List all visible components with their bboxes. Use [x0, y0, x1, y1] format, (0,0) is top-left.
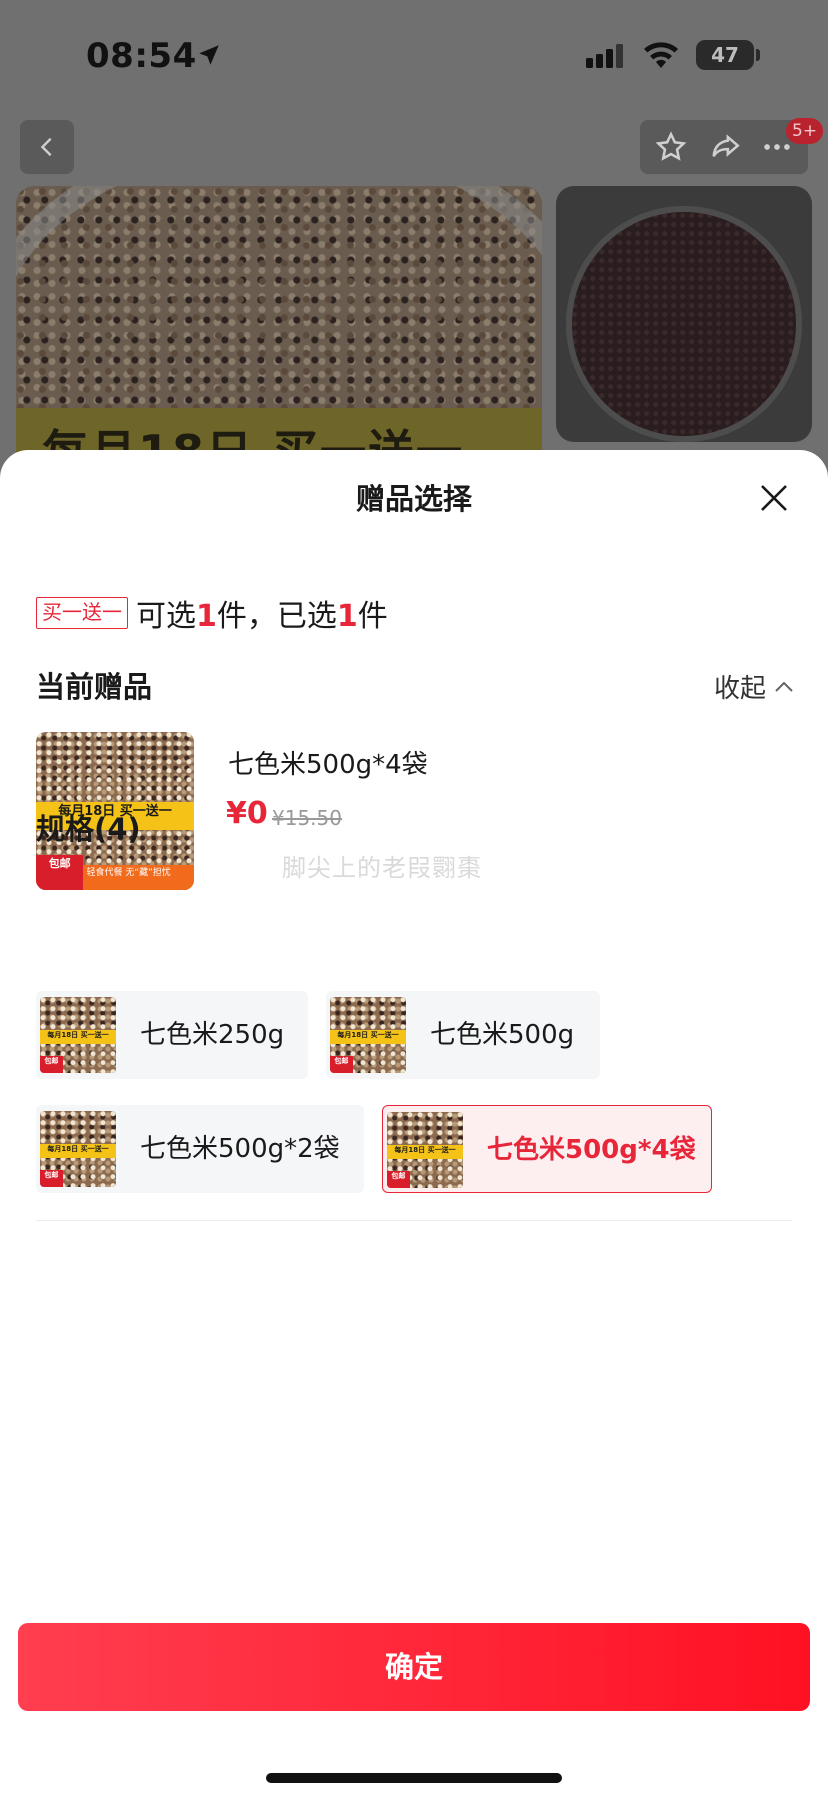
spec-option-selected[interactable]: 每月18日 买一送一 包邮 七色米500g*4袋	[382, 1105, 712, 1193]
spec-option[interactable]: 每月18日 买一送一 包邮 七色米500g*2袋	[36, 1105, 364, 1193]
product-thumbnail: 每月18日 买一送一 包邮	[330, 997, 406, 1073]
current-gift-original-price: ¥15.50	[272, 806, 342, 830]
selected-count: 1	[336, 599, 358, 634]
current-gift-title: 当前赠品	[36, 670, 153, 704]
spec-thumbnail: 每月18日 买一送一 包邮	[387, 1112, 463, 1188]
battery-icon: 47	[696, 40, 754, 70]
spec-option[interactable]: 每月18日 买一送一 包邮 七色米500g	[326, 991, 600, 1079]
spec-option[interactable]: 每月18日 买一送一 包邮 七色米250g	[36, 991, 308, 1079]
home-indicator	[266, 1773, 562, 1783]
collapse-button[interactable]: 收起	[714, 668, 794, 705]
spec-thumbnail: 每月18日 买一送一 包邮	[40, 1111, 116, 1187]
confirm-button[interactable]: 确定	[18, 1623, 810, 1711]
spec-thumbnail: 每月18日 买一送一 包邮	[330, 997, 406, 1073]
hero-image-side	[556, 186, 812, 442]
thumb-band-text: 每月18日 买一送一	[337, 1031, 399, 1040]
collapse-label: 收起	[714, 674, 767, 704]
promo-suffix: 件	[357, 599, 388, 634]
promo-row: 买一送一 可选1件，已选1件	[36, 591, 388, 635]
spec-thumbnail: 每月18日 买一送一 包邮	[40, 997, 116, 1073]
hero-image-main: 每月18日 买一送一	[16, 186, 542, 486]
spec-label: 七色米500g	[430, 1020, 575, 1050]
thumb-tag: 包邮	[36, 855, 84, 890]
spec-title: 规格(4)	[36, 812, 141, 846]
top-actions	[640, 120, 808, 174]
thumb-tag: 包邮	[40, 1170, 63, 1187]
thumb-band-text: 每月18日 买一送一	[394, 1146, 456, 1155]
close-icon[interactable]	[758, 482, 790, 514]
selectable-count: 1	[196, 599, 217, 634]
thumb-band-text: 每月18日 买一送一	[47, 1031, 109, 1040]
promo-tag: 买一送一	[36, 597, 128, 629]
thumb-tag: 包邮	[387, 1171, 410, 1188]
product-thumbnail: 每月18日 买一送一 包邮	[387, 1112, 463, 1188]
back-button[interactable]	[20, 120, 74, 174]
thumb-tag: 包邮	[330, 1056, 353, 1073]
wifi-icon	[644, 42, 678, 68]
share-icon[interactable]	[708, 130, 742, 164]
gift-selection-sheet: 赠品选择 买一送一 可选1件，已选1件 当前赠品 收起 每月18日 买一送一 包…	[0, 450, 828, 1795]
status-bar: 08:54 47	[0, 0, 828, 110]
location-arrow-icon	[199, 45, 219, 65]
back-icon	[40, 137, 52, 157]
signal-icon	[586, 44, 623, 68]
divider	[36, 1220, 792, 1221]
promo-text: 可选1件，已选1件	[136, 591, 388, 635]
chevron-up-icon	[775, 681, 793, 692]
sheet-title: 赠品选择	[355, 482, 472, 516]
promo-prefix: 可选	[136, 599, 196, 634]
watermark: 脚尖上的老叚翾棗	[282, 854, 482, 882]
status-time: 08:54	[86, 36, 197, 76]
thumb-footer-text: 轻食代餐 无“藏”担忧	[86, 867, 171, 878]
thumb-band-text: 每月18日 买一送一	[47, 1145, 109, 1154]
background-page: 08:54 47 5+ 每月18日 买一送一	[0, 0, 828, 486]
hero-side-bowl	[566, 206, 802, 442]
spec-label: 七色米500g*4袋	[487, 1135, 696, 1165]
spec-label: 七色米500g*2袋	[140, 1134, 340, 1164]
promo-middle: 件，已选	[216, 599, 337, 634]
product-thumbnail: 每月18日 买一送一 包邮	[40, 1111, 116, 1187]
spec-label: 七色米250g	[140, 1020, 285, 1050]
product-thumbnail: 每月18日 买一送一 包邮	[40, 997, 116, 1073]
cart-badge: 5+	[786, 118, 824, 144]
battery-tip	[756, 49, 760, 61]
current-gift-name: 七色米500g*4袋	[228, 750, 428, 780]
current-gift-price: ¥0	[226, 796, 268, 831]
battery-level: 47	[711, 43, 739, 67]
star-icon[interactable]	[654, 130, 688, 164]
thumb-tag: 包邮	[40, 1056, 63, 1073]
